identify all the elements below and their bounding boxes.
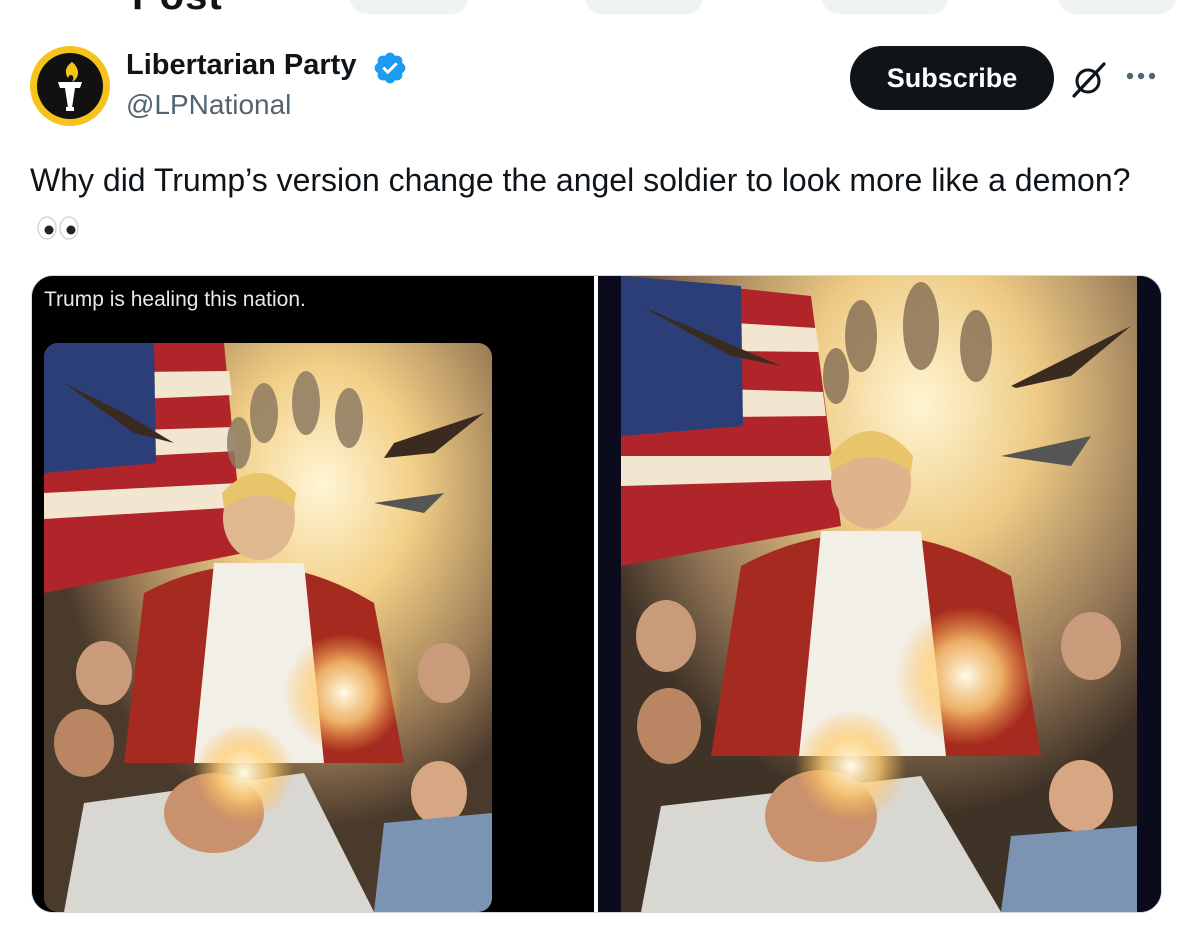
healing-illustration-left <box>44 343 492 912</box>
author-name[interactable]: Libertarian Party <box>126 49 356 82</box>
media-grid[interactable]: Trump is healing this nation. <box>31 275 1162 913</box>
top-tab-pill[interactable] <box>350 0 468 14</box>
verified-badge-icon <box>374 52 406 84</box>
back-arrow-icon[interactable] <box>40 0 80 6</box>
image-caption: Trump is healing this nation. <box>44 288 306 311</box>
subscribe-button[interactable]: Subscribe <box>850 46 1054 110</box>
page-title: Post <box>132 0 223 18</box>
media-image-right[interactable] <box>598 276 1161 912</box>
media-image-left[interactable]: Trump is healing this nation. <box>32 276 594 912</box>
more-options-icon[interactable] <box>1124 66 1164 86</box>
top-tab-pill[interactable] <box>1058 0 1176 14</box>
healing-illustration-right <box>621 276 1137 912</box>
author-handle[interactable]: @LPNational <box>126 89 291 121</box>
top-tab-pill[interactable] <box>822 0 948 14</box>
eyes-emoji <box>37 215 79 240</box>
avatar[interactable] <box>30 46 110 126</box>
torch-logo-icon <box>37 53 103 119</box>
top-tab-pill[interactable] <box>585 0 703 14</box>
tweet-text: Why did Trump’s version change the angel… <box>30 158 1150 248</box>
grok-icon[interactable] <box>1066 58 1110 102</box>
tweet-body: Why did Trump’s version change the angel… <box>30 162 1131 198</box>
top-header: Post <box>0 0 1192 18</box>
